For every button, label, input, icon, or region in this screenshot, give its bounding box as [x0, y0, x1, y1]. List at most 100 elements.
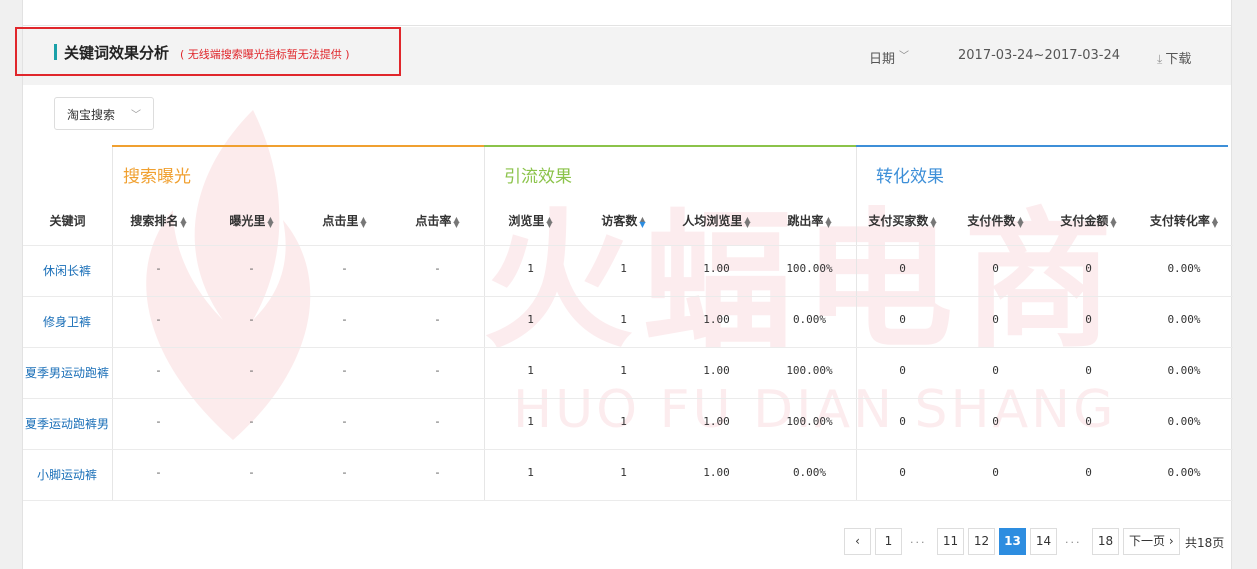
page-total: 共18页	[1185, 536, 1225, 550]
keyword-link[interactable]: 小脚运动裤	[23, 466, 111, 483]
group-bar-conversion	[856, 145, 1228, 147]
sort-icon[interactable]: ▲ ▼	[453, 215, 459, 228]
watermark: 火蝠电商 HUO FU DIAN SHANG	[83, 100, 1233, 500]
sort-icon[interactable]: ▲ ▼	[1212, 215, 1218, 228]
sort-icon[interactable]: ▲ ▼	[267, 215, 273, 228]
page-button-current[interactable]: 13	[999, 528, 1026, 555]
table-row: 夏季运动跑裤男 - - - - 1 1 1.00 100.00% 0 0 0 0…	[23, 415, 1233, 435]
group-bar-exposure	[112, 145, 484, 147]
page-button[interactable]: 1	[875, 528, 902, 555]
page-button[interactable]: 12	[968, 528, 995, 555]
col-header-label: 搜索排名	[130, 214, 179, 228]
prev-page-button[interactable]: ‹	[844, 528, 871, 555]
col-header-label: 人均浏览里	[682, 214, 743, 228]
cell-exposure: -	[249, 262, 254, 275]
source-select[interactable]: 淘宝搜索 ﹀	[54, 97, 154, 130]
cell-items: 0	[992, 466, 999, 479]
date-dropdown-label[interactable]: 日期	[869, 48, 895, 67]
col-header-bounce[interactable]: 跳出率 ▲ ▼	[763, 212, 856, 229]
cell-exposure: -	[249, 466, 254, 479]
cell-avg-pv: 1.00	[703, 313, 730, 326]
col-header-ctr[interactable]: 点击率 ▲ ▼	[391, 212, 484, 229]
chevron-down-icon: ﹀	[131, 110, 141, 121]
download-button[interactable]: ⤓ 下载	[1157, 48, 1191, 67]
cell-clicks: -	[342, 262, 347, 275]
sort-icon[interactable]: ▲ ▼	[360, 215, 366, 228]
sort-icon[interactable]: ▲ ▼	[825, 215, 831, 228]
col-header-label: 跳出率	[787, 214, 824, 228]
cell-amount: 0	[1085, 313, 1092, 326]
cell-amount: 0	[1085, 262, 1092, 275]
col-header-label: 点击里	[322, 214, 359, 228]
row-divider	[23, 347, 1233, 348]
cell-pv: 1	[527, 262, 534, 275]
col-header-uv[interactable]: 访客数 ▲ ▼	[577, 212, 670, 229]
pagination-ellipsis: ...	[910, 533, 927, 546]
group-title-conversion: 转化效果	[876, 167, 944, 187]
chevron-down-icon[interactable]: ﹀	[899, 47, 909, 62]
cell-avg-pv: 1.00	[703, 415, 730, 428]
cell-rank: -	[156, 415, 161, 428]
keyword-link[interactable]: 休闲长裤	[23, 262, 111, 279]
cell-conv: 0.00%	[1167, 415, 1201, 428]
keyword-link[interactable]: 夏季男运动跑裤	[23, 364, 111, 381]
cell-buyers: 0	[899, 364, 906, 377]
col-header-pv[interactable]: 浏览里 ▲ ▼	[484, 212, 577, 229]
col-header-buyers[interactable]: 支付买家数 ▲ ▼	[856, 212, 949, 229]
chevron-right-icon: ›	[1168, 534, 1174, 548]
cell-avg-pv: 1.00	[703, 466, 730, 479]
group-title-exposure: 搜索曝光	[123, 167, 191, 187]
section-title: 关键词效果分析	[64, 44, 170, 62]
sort-icon[interactable]: ▲ ▼	[180, 215, 186, 228]
cell-bounce: 100.00%	[786, 364, 833, 377]
col-header-avg-pv[interactable]: 人均浏览里 ▲ ▼	[670, 212, 763, 229]
cell-pv: 1	[527, 364, 534, 377]
col-header-amount[interactable]: 支付金额 ▲ ▼	[1042, 212, 1135, 229]
cell-exposure: -	[249, 415, 254, 428]
keyword-link[interactable]: 修身卫裤	[23, 313, 111, 330]
page-button[interactable]: 11	[937, 528, 964, 555]
col-header-keyword: 关键词	[49, 214, 86, 228]
cell-pv: 1	[527, 313, 534, 326]
download-icon: ⤓	[1157, 52, 1163, 66]
row-divider	[23, 245, 1233, 246]
col-header-label: 曝光里	[229, 214, 266, 228]
keyword-link[interactable]: 夏季运动跑裤男	[23, 415, 111, 432]
cell-clicks: -	[342, 313, 347, 326]
next-page-button[interactable]: 下一页 ›	[1123, 528, 1180, 555]
table-row: 夏季男运动跑裤 - - - - 1 1 1.00 100.00% 0 0 0 0…	[23, 364, 1233, 384]
cell-conv: 0.00%	[1167, 262, 1201, 275]
sort-icon[interactable]: ▲ ▼	[930, 215, 936, 228]
cell-ctr: -	[435, 364, 440, 377]
group-bar-traffic	[484, 145, 856, 147]
sort-icon[interactable]: ▲ ▼	[639, 215, 645, 228]
cell-uv: 1	[620, 466, 627, 479]
page-button[interactable]: 14	[1030, 528, 1057, 555]
col-header-conv[interactable]: 支付转化率 ▲ ▼	[1135, 212, 1233, 229]
source-select-value: 淘宝搜索	[67, 108, 116, 122]
cell-items: 0	[992, 364, 999, 377]
sort-icon[interactable]: ▲ ▼	[1017, 215, 1023, 228]
sort-icon[interactable]: ▲ ▼	[1110, 215, 1116, 228]
group-title-traffic: 引流效果	[504, 167, 572, 187]
sort-icon[interactable]: ▲ ▼	[546, 215, 552, 228]
cell-uv: 1	[620, 415, 627, 428]
next-page-label: 下一页	[1129, 534, 1166, 548]
sort-icon[interactable]: ▲ ▼	[744, 215, 750, 228]
section-subtitle: ( 无线端搜索曝光指标暂无法提供 )	[180, 48, 350, 61]
cell-avg-pv: 1.00	[703, 364, 730, 377]
col-header-clicks[interactable]: 点击里 ▲ ▼	[298, 212, 391, 229]
col-header-rank[interactable]: 搜索排名 ▲ ▼	[112, 212, 205, 229]
cell-conv: 0.00%	[1167, 466, 1201, 479]
cell-items: 0	[992, 415, 999, 428]
cell-amount: 0	[1085, 364, 1092, 377]
page-button[interactable]: 18	[1092, 528, 1119, 555]
cell-amount: 0	[1085, 415, 1092, 428]
col-header-exposure[interactable]: 曝光里 ▲ ▼	[205, 212, 298, 229]
cell-conv: 0.00%	[1167, 313, 1201, 326]
cell-items: 0	[992, 262, 999, 275]
col-header-label: 点击率	[415, 214, 452, 228]
col-header-items[interactable]: 支付件数 ▲ ▼	[949, 212, 1042, 229]
keyword-panel: 关键词效果分析 ( 无线端搜索曝光指标暂无法提供 ) 日期 ﹀ 2017-03-…	[15, 0, 1233, 569]
cell-clicks: -	[342, 364, 347, 377]
